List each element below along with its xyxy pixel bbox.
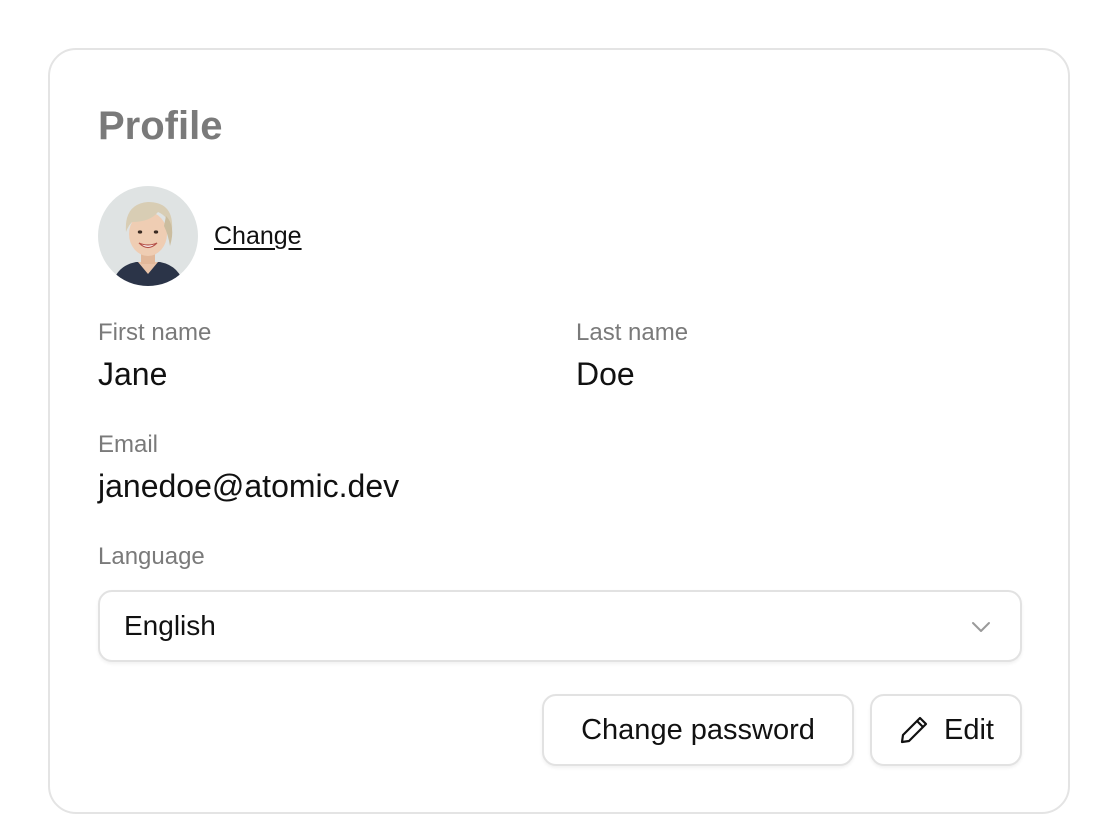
email-value: janedoe@atomic.dev (98, 468, 400, 504)
language-select-value: English (124, 610, 216, 641)
page-title: Profile (98, 104, 223, 148)
change-avatar-link[interactable]: Change (214, 220, 302, 252)
avatar (98, 186, 198, 286)
avatar-photo (98, 186, 198, 286)
first-name-value: Jane (98, 356, 168, 392)
edit-button[interactable]: Edit (870, 694, 1022, 766)
profile-card: Profile Change First name Jane Last name… (48, 48, 1070, 814)
chevron-down-icon (972, 622, 990, 632)
change-password-label: Change password (581, 713, 815, 746)
email-label: Email (98, 431, 159, 458)
language-label: Language (98, 543, 205, 570)
last-name-label: Last name (576, 319, 689, 346)
pencil-icon (900, 716, 928, 744)
last-name-value: Doe (576, 356, 635, 392)
language-select[interactable]: English (98, 590, 1022, 662)
edit-label: Edit (944, 713, 994, 746)
change-password-button[interactable]: Change password (542, 694, 854, 766)
first-name-label: First name (98, 319, 212, 346)
